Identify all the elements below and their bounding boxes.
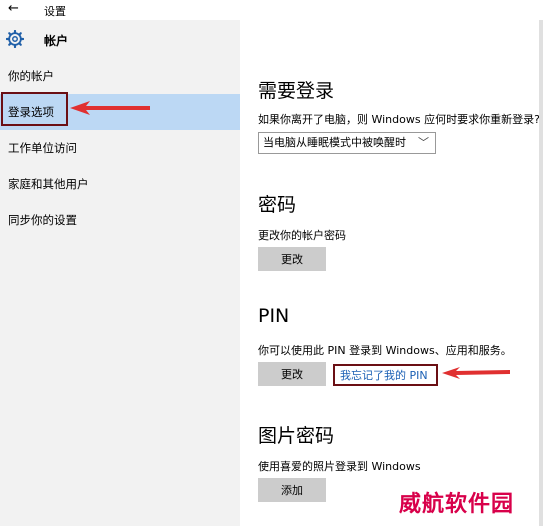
password-description: 更改你的帐户密码 xyxy=(258,229,346,242)
chevron-down-icon: ﹀ xyxy=(418,136,429,149)
scrollbar[interactable] xyxy=(539,20,543,526)
sidebar-item-family[interactable]: 家庭和其他用户 xyxy=(0,166,240,202)
sidebar-item-your-account[interactable]: 你的帐户 xyxy=(0,58,240,94)
sidebar-item-label: 家庭和其他用户 xyxy=(8,177,89,191)
pin-heading: PIN xyxy=(258,305,290,327)
title-bar: ← 设置 xyxy=(0,0,543,20)
annotation-box xyxy=(1,92,68,126)
sidebar-item-sync[interactable]: 同步你的设置 xyxy=(0,202,240,238)
require-signin-description: 如果你离开了电脑，则 Windows 应何时要求你重新登录? xyxy=(258,113,540,126)
password-change-button[interactable]: 更改 xyxy=(258,247,326,271)
forgot-pin-link[interactable]: 我忘记了我的 PIN xyxy=(340,367,428,383)
section-title: 帐户 xyxy=(44,34,69,48)
watermark: 威航软件园 xyxy=(399,492,515,517)
pin-description: 你可以使用此 PIN 登录到 Windows、应用和服务。 xyxy=(258,344,512,357)
gear-icon xyxy=(6,30,24,48)
picture-password-add-button[interactable]: 添加 xyxy=(258,478,326,502)
password-heading: 密码 xyxy=(258,194,297,216)
dropdown-value: 当电脑从睡眠模式中被唤醒时 xyxy=(263,136,406,149)
annotation-arrow xyxy=(70,101,150,115)
back-arrow-icon[interactable]: ← xyxy=(8,1,19,16)
picture-password-description: 使用喜爱的照片登录到 Windows xyxy=(258,460,421,473)
require-signin-dropdown[interactable]: 当电脑从睡眠模式中被唤醒时 ﹀ xyxy=(258,132,436,154)
pin-change-button[interactable]: 更改 xyxy=(258,362,326,386)
require-signin-heading: 需要登录 xyxy=(258,80,335,102)
annotation-arrow-pin xyxy=(442,367,510,379)
sidebar-item-work-access[interactable]: 工作单位访问 xyxy=(0,130,240,166)
sidebar-item-label: 你的帐户 xyxy=(8,69,54,83)
window-title: 设置 xyxy=(44,5,66,18)
sidebar-item-label: 工作单位访问 xyxy=(8,141,77,155)
main-content: 需要登录 如果你离开了电脑，则 Windows 应何时要求你重新登录? 当电脑从… xyxy=(240,20,543,526)
picture-password-heading: 图片密码 xyxy=(258,425,335,447)
sidebar-item-label: 同步你的设置 xyxy=(8,213,77,227)
